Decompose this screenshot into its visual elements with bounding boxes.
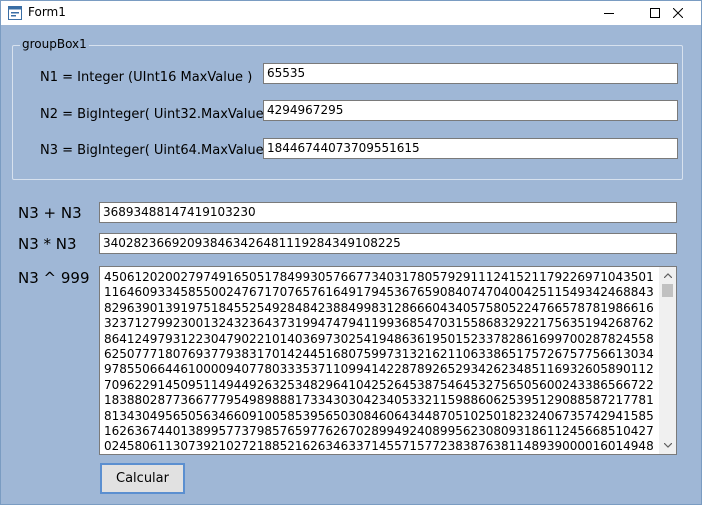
n3-textbox[interactable]: 18446744073709551615 [263, 138, 678, 159]
calcular-button[interactable]: Calcular [100, 463, 185, 494]
n1-textbox[interactable]: 65535 [263, 63, 678, 84]
scroll-down-button[interactable] [659, 437, 676, 454]
scroll-up-button[interactable] [659, 267, 676, 284]
n2-textbox[interactable]: 4294967295 [263, 100, 678, 121]
power-textbox[interactable]: 4506120200279749165051784993057667734031… [99, 266, 677, 455]
close-icon [673, 8, 683, 18]
minimize-button[interactable] [586, 1, 632, 25]
n3-label: N3 = BigInteger( Uint64.MaxValue ) [40, 143, 273, 158]
title-bar[interactable]: Form1 [1, 1, 701, 25]
close-button[interactable] [655, 1, 701, 25]
form-client-area: groupBox1 N1 = Integer (UInt16 MaxValue … [1, 25, 701, 504]
groupbox: groupBox1 N1 = Integer (UInt16 MaxValue … [12, 37, 683, 180]
form-icon [8, 6, 22, 20]
chevron-up-icon [663, 273, 672, 278]
window: Form1 groupBox1 N1 = Integer (UInt16 Max… [0, 0, 702, 505]
window-title: Form1 [28, 5, 66, 19]
scroll-thumb[interactable] [662, 284, 673, 297]
product-textbox[interactable]: 340282366920938463426481119284349108225 [99, 233, 677, 254]
groupbox-title: groupBox1 [20, 37, 89, 51]
product-label: N3 * N3 [18, 235, 77, 253]
power-value: 4506120200279749165051784993057667734031… [104, 270, 654, 454]
sum-label: N3 + N3 [18, 204, 82, 222]
n2-label: N2 = BigInteger( Uint32.MaxValue ) [40, 107, 273, 122]
sum-textbox[interactable]: 36893488147419103230 [99, 202, 677, 223]
chevron-down-icon [663, 443, 672, 448]
minimize-icon [604, 13, 614, 14]
vertical-scrollbar[interactable] [659, 267, 676, 454]
n1-label: N1 = Integer (UInt16 MaxValue ) [40, 70, 253, 85]
power-label: N3 ^ 999 [18, 269, 90, 287]
